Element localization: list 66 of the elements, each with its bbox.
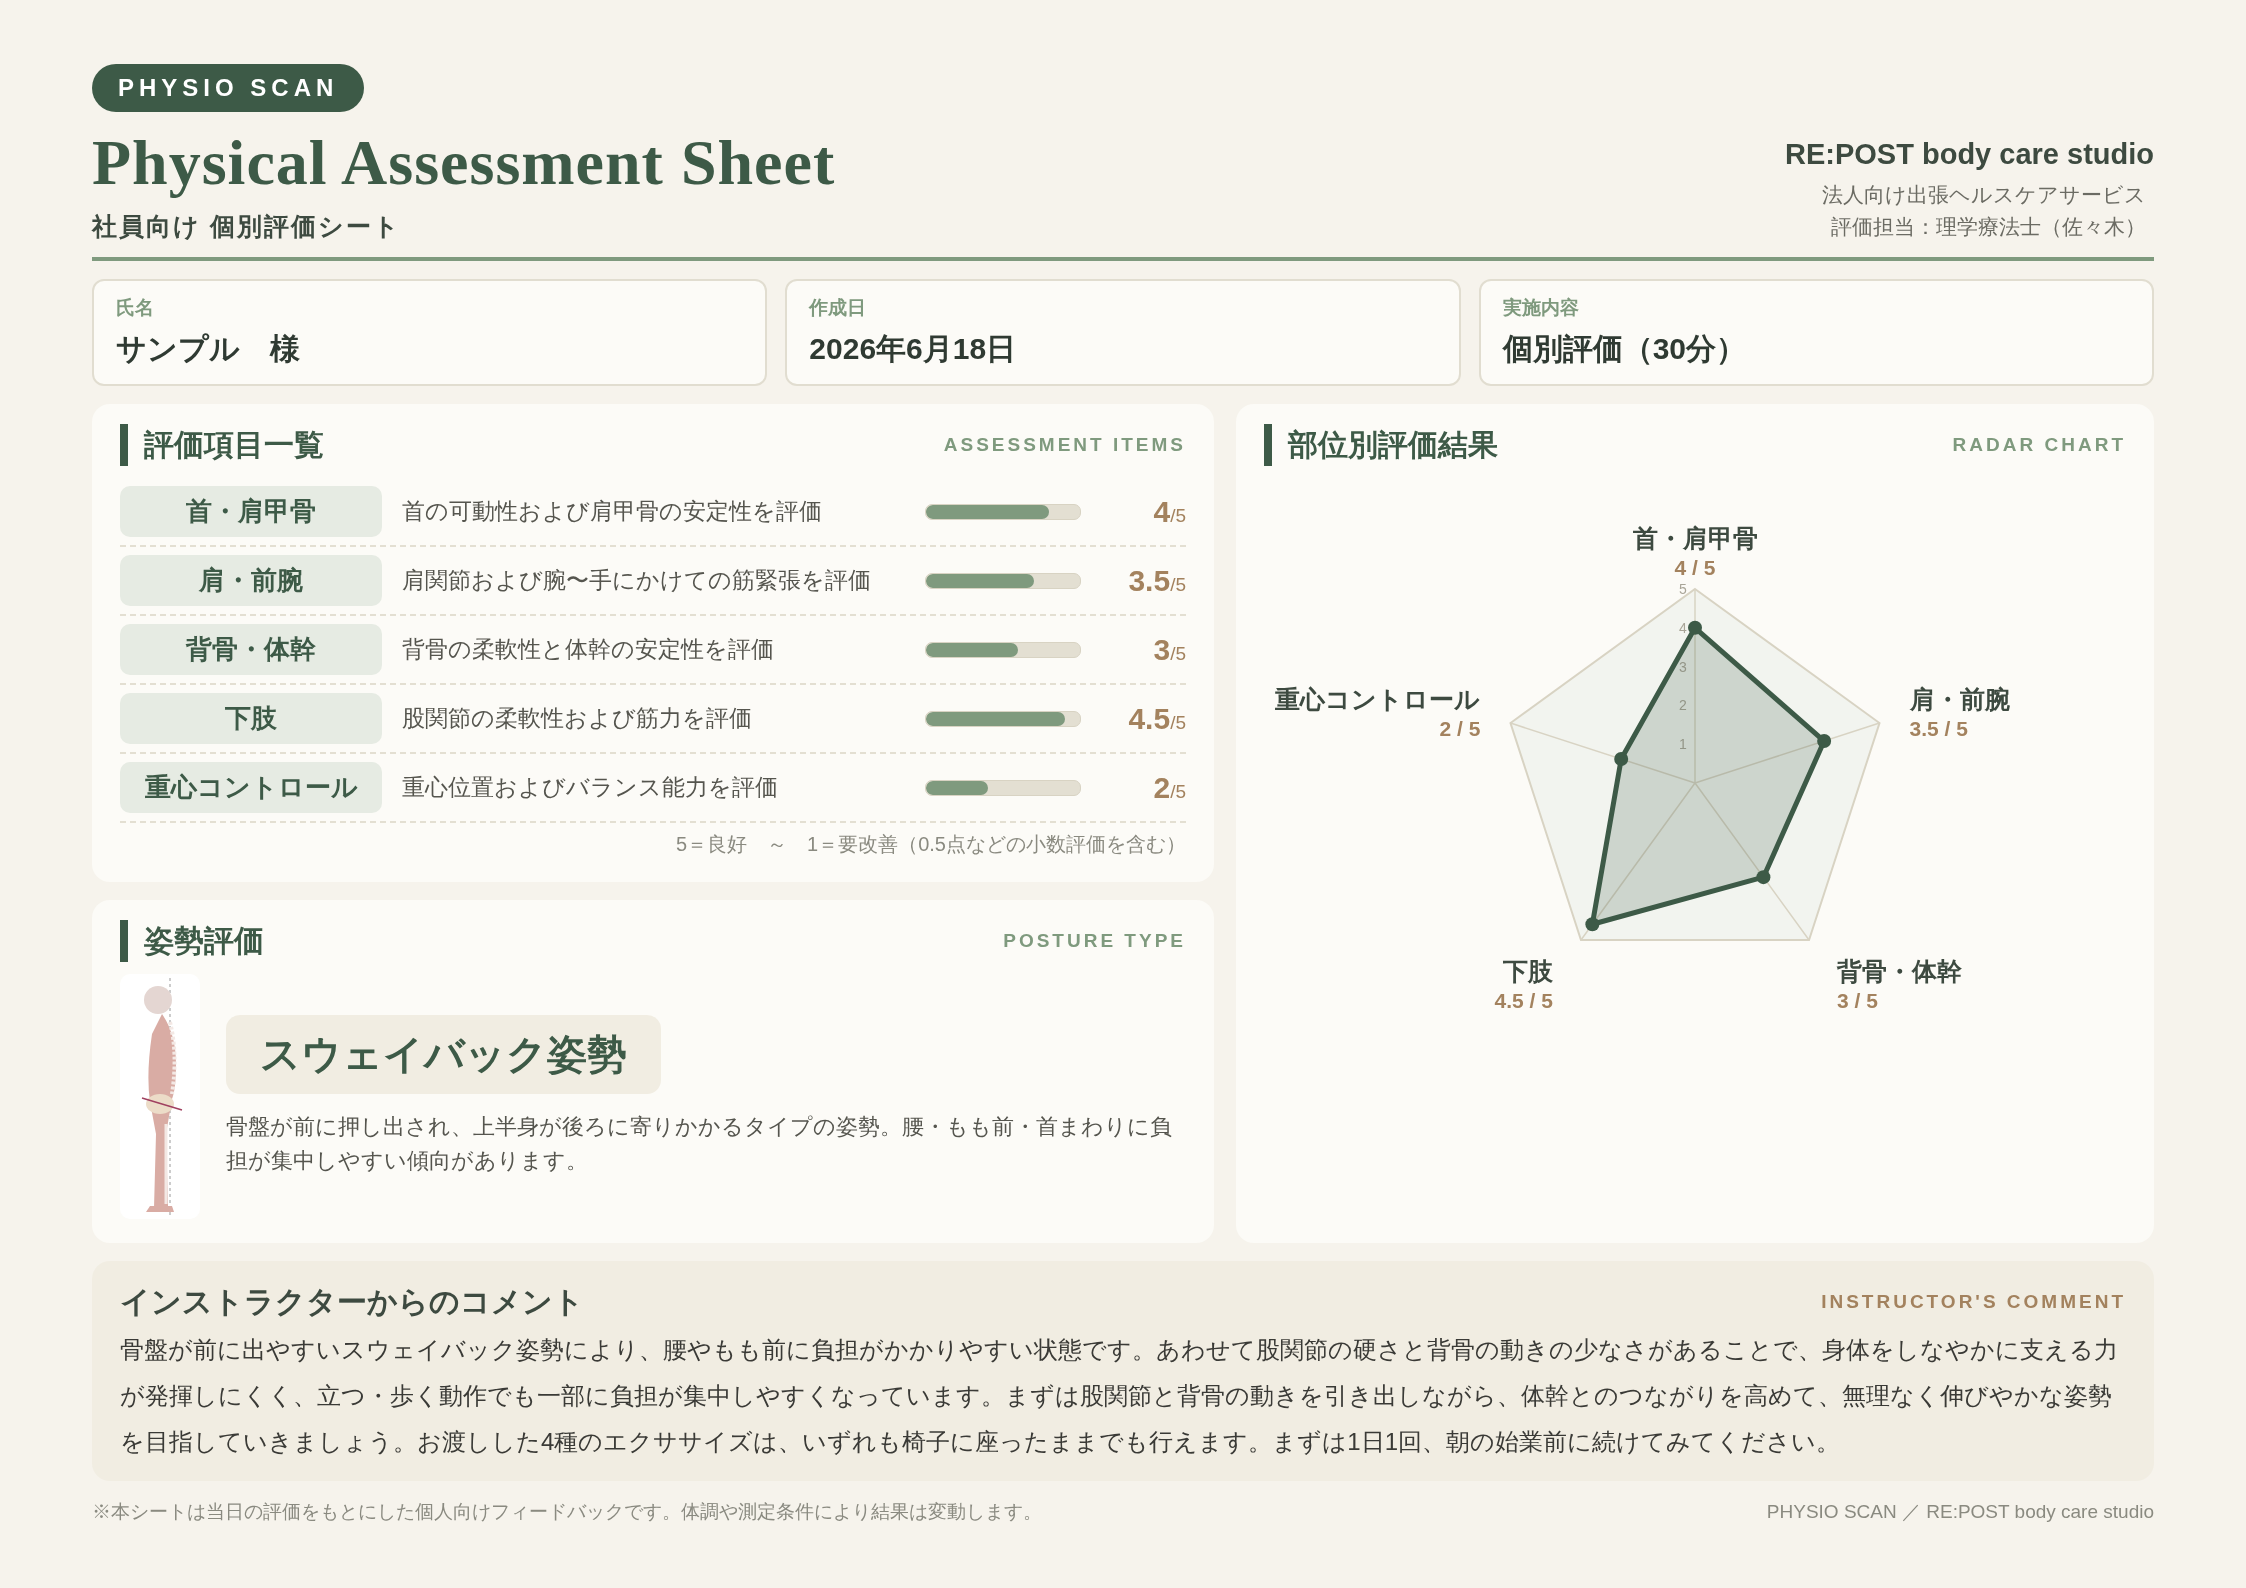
axis-score: 3.5 / 5 (1909, 717, 1968, 741)
axis-score: 3 / 5 (1837, 988, 1878, 1012)
info-label: 氏名 (116, 296, 155, 320)
info-label: 実施内容 (1502, 296, 1580, 320)
item-description: 重心位置およびバランス能力を評価 (401, 773, 779, 802)
axis-tick: 2 (1679, 697, 1687, 714)
axis-score: 4.5 / 5 (1494, 988, 1553, 1012)
score-max: /5 (1170, 573, 1186, 595)
footer-credit: PHYSIO SCAN ／ RE:POST body care studio (1766, 1500, 2154, 1524)
score-value: 3.5 (1128, 563, 1171, 597)
page-subtitle: 社員向け 個別評価シート (92, 211, 401, 242)
page-title: Physical Assessment Sheet (92, 126, 836, 200)
axis-score: 2 / 5 (1439, 717, 1481, 741)
axis-label: 下肢 (1502, 956, 1553, 985)
section-title: 部位別評価結果 (1264, 424, 1498, 466)
axis-tick: 5 (1679, 581, 1687, 597)
studio-name: RE:POST body care studio (1785, 138, 2154, 171)
score-max: /5 (1170, 504, 1186, 526)
data-point (1817, 734, 1832, 749)
axis-label: 肩・前腕 (1909, 685, 2010, 714)
score-legend: 5＝良好 ～ 1＝要改善（0.5点などの小数評価を含む） (120, 831, 1186, 858)
data-point (1614, 752, 1629, 766)
item-name: 背骨・体幹 (120, 624, 382, 675)
item-name: 肩・前腕 (120, 555, 382, 606)
posture-type: スウェイバック姿勢 (226, 1015, 661, 1094)
section-title: 姿勢評価 (120, 920, 264, 962)
axis-score: 4 / 5 (1674, 556, 1716, 579)
comment-text: 骨盤が前に出やすいスウェイバック姿勢により、腰やもも前に負担がかかりやすい状態です。あわせて股関節の硬さと背骨の動きの少なさがあることで、身体をしなやかに支える力が発揮しにくく、立つ・歩く動作でも一部に負担が集中しやすくなっています。まずは股関節と背骨の動きを引き出しながら、体幹とのつながりを高めて、無理なく伸びやかな姿勢を目指していきましょう。お渡しした4種のエクササイズは、いずれも椅子に座ったままでも行えます。まずは1日1回、朝の始業前に続けてみてください。 (120, 1335, 2119, 1457)
item-description: 肩関節および腕〜手にかけての筋緊張を評価 (401, 566, 872, 595)
section-tag: ASSESSMENT ITEMS (943, 434, 1186, 456)
studio-info: 評価担当：理学療法士（佐々木） (1831, 214, 2147, 240)
section-title: 評価項目一覧 (120, 424, 324, 466)
info-value: サンプル 様 (116, 331, 301, 367)
score-max: /5 (1170, 642, 1186, 664)
info-value: 個別評価（30分） (1502, 331, 1748, 367)
axis-label: 首・肩甲骨 (1632, 524, 1758, 552)
axis-tick: 4 (1679, 619, 1687, 636)
axis-tick: 1 (1679, 736, 1687, 753)
data-point (1756, 870, 1771, 885)
studio-info: 法人向け出張ヘルスケアサービス (1822, 182, 2147, 208)
posture-description: 骨盤が前に押し出され、上半身が後ろに寄りかかるタイプの姿勢。腰・もも前・首まわりに負担が集中しやすい傾向があります。 (226, 1113, 1173, 1175)
info-label: 作成日 (809, 296, 868, 320)
score-max: /5 (1170, 711, 1186, 733)
axis-label: 背骨・体幹 (1837, 956, 1963, 985)
section-tag: POSTURE TYPE (1003, 930, 1186, 952)
info-value: 2026年6月18日 (809, 331, 1018, 367)
axis-label: 重心コントロール (1275, 685, 1481, 714)
section-tag: INSTRUCTOR'S COMMENT (1821, 1291, 2126, 1313)
item-name: 重心コントロール (120, 762, 382, 813)
item-description: 股関節の柔軟性および筋力を評価 (401, 704, 753, 733)
item-name: 首・肩甲骨 (120, 486, 382, 537)
data-point (1585, 917, 1600, 932)
score-max: /5 (1170, 780, 1186, 802)
item-description: 首の可動性および肩甲骨の安定性を評価 (401, 497, 823, 526)
brand-badge: PHYSIO SCAN (92, 64, 365, 112)
footer-note: ※本シートは当日の評価をもとにした個人向けフィードバックです。体調や測定条件により結果は変動します。 (92, 1500, 1042, 1524)
score-value: 4.5 (1128, 701, 1171, 735)
data-point (1688, 620, 1702, 635)
item-description: 背骨の柔軟性と体幹の安定性を評価 (401, 635, 775, 664)
score-value: 4 (1153, 494, 1171, 528)
comment-title: インストラクターからのコメント (120, 1284, 584, 1320)
axis-tick: 3 (1679, 658, 1687, 675)
score-value: 2 (1153, 770, 1171, 804)
section-tag: RADAR CHART (1952, 434, 2126, 456)
item-name: 下肢 (120, 693, 382, 744)
score-value: 3 (1153, 632, 1171, 666)
